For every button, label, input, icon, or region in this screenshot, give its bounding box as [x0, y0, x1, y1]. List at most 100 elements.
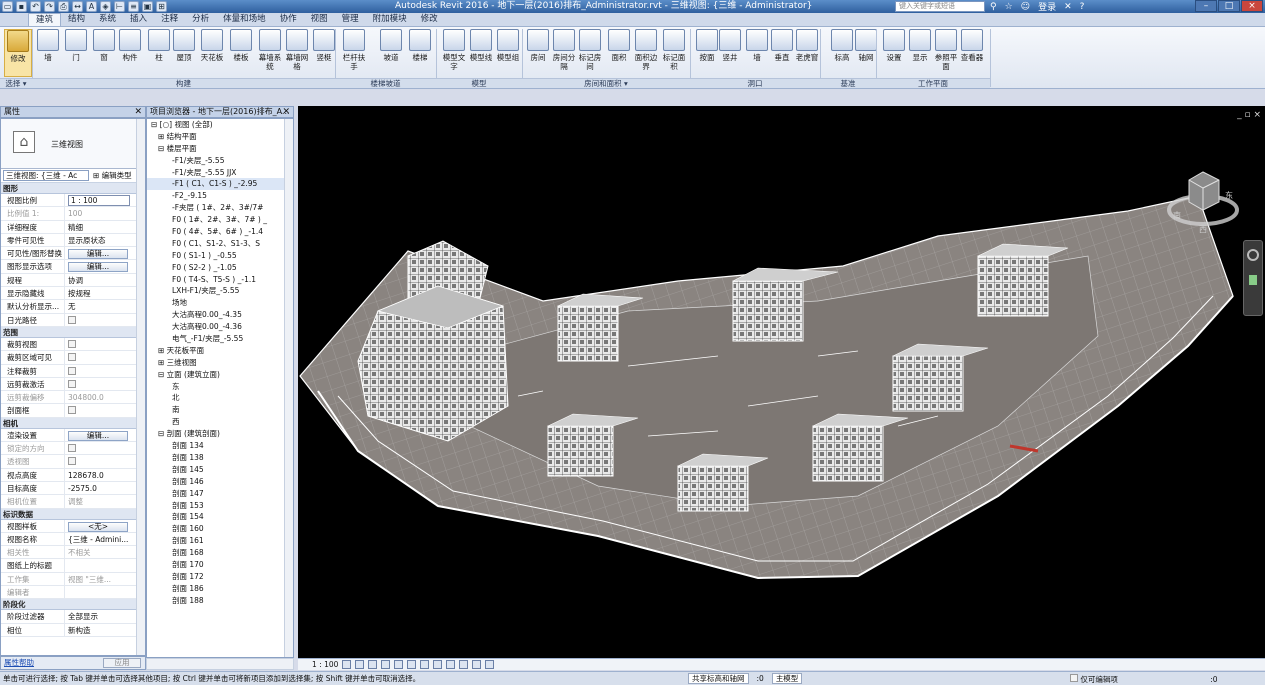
- door-tool[interactable]: 门: [62, 29, 90, 77]
- floor-tool[interactable]: 楼板: [227, 29, 255, 77]
- property-value[interactable]: 无: [68, 302, 76, 311]
- room-tool[interactable]: 房间: [524, 29, 552, 77]
- search-input[interactable]: 键入关键字或短语: [895, 1, 985, 12]
- property-checkbox[interactable]: [68, 339, 76, 348]
- vertical-opening-tool[interactable]: 垂直: [768, 29, 796, 77]
- temp-hide-icon[interactable]: [446, 660, 456, 669]
- browser-tree-item[interactable]: ⊞ 结构平面: [147, 131, 293, 143]
- view-scale[interactable]: 1 : 100: [312, 659, 338, 670]
- ribbon-tab-3[interactable]: 插入: [123, 13, 154, 26]
- property-edit-button[interactable]: <无>: [68, 521, 128, 532]
- 3d-viewport[interactable]: _ ▫ × 南 东 西: [298, 106, 1265, 658]
- close-icon[interactable]: ✕: [282, 107, 290, 117]
- viewer-tool[interactable]: 查看器: [958, 29, 986, 77]
- property-section-header[interactable]: 标识数据⌃: [1, 508, 145, 520]
- ref-plane-tool[interactable]: 参照平面: [932, 29, 960, 77]
- area-tool[interactable]: 面积: [605, 29, 633, 77]
- browser-tree-item[interactable]: F0 ( S2-2 ) _-1.05: [147, 262, 293, 274]
- browser-tree-item[interactable]: F0 ( S1-1 ) _-0.55: [147, 250, 293, 262]
- zoom-icon[interactable]: [1249, 275, 1257, 285]
- property-section-header[interactable]: 范围⌃: [1, 326, 145, 338]
- text-icon[interactable]: A: [86, 1, 97, 12]
- room-separator-tool[interactable]: 房间分隔: [550, 29, 578, 77]
- thin-lines-icon[interactable]: ≡: [128, 1, 139, 12]
- wall-opening-tool[interactable]: 墙: [743, 29, 771, 77]
- browser-tree-item[interactable]: -F2_-9.15: [147, 190, 293, 202]
- browser-tree-item[interactable]: 南: [147, 404, 293, 416]
- browser-tree-item[interactable]: 剖面 138: [147, 452, 293, 464]
- ribbon-tab-4[interactable]: 注释: [154, 13, 185, 26]
- property-value[interactable]: {三维 - Admini...: [68, 535, 128, 544]
- ribbon-tab-7[interactable]: 协作: [273, 13, 304, 26]
- workset-selector[interactable]: 共享标高和轴网: [688, 673, 749, 684]
- lock-view-icon[interactable]: [433, 660, 443, 669]
- browser-tree-item[interactable]: 剖面 160: [147, 523, 293, 535]
- set-workplane-tool[interactable]: 设置: [880, 29, 908, 77]
- curtain-system-tool[interactable]: 幕墙系统: [256, 29, 284, 77]
- property-value[interactable]: 显示原状态: [68, 236, 106, 245]
- property-value[interactable]: 协调: [68, 276, 83, 285]
- browser-horizontal-scrollbar[interactable]: [146, 658, 294, 670]
- browser-tree-item[interactable]: ⊟ 剖面 (建筑剖面): [147, 428, 293, 440]
- property-section-header[interactable]: 图形⌃: [1, 183, 145, 194]
- reveal-hidden-icon[interactable]: [459, 660, 469, 669]
- binoculars-icon[interactable]: ⚲: [990, 2, 997, 12]
- browser-tree-item[interactable]: 剖面 134: [147, 440, 293, 452]
- property-value[interactable]: -2575.0: [68, 484, 97, 493]
- ribbon-tab-10[interactable]: 附加模块: [366, 13, 414, 26]
- property-value[interactable]: 精细: [68, 223, 83, 232]
- property-checkbox[interactable]: [68, 379, 76, 388]
- browser-tree-item[interactable]: 剖面 153: [147, 500, 293, 512]
- browser-tree-item[interactable]: 剖面 145: [147, 464, 293, 476]
- property-value[interactable]: 按规程: [68, 289, 91, 298]
- user-icon[interactable]: ☺: [1021, 2, 1030, 12]
- sun-path-icon[interactable]: [368, 660, 378, 669]
- crop-region-icon[interactable]: [420, 660, 430, 669]
- browser-tree-item[interactable]: 剖面 186: [147, 583, 293, 595]
- star-icon[interactable]: ☆: [1005, 2, 1013, 12]
- browser-tree-item[interactable]: 大沽高程0.00_-4.35: [147, 309, 293, 321]
- browser-tree-item[interactable]: -F1/夹层_-5.55: [147, 155, 293, 167]
- browser-tree-item[interactable]: -F夹层 ( 1#、2#、3#/7#: [147, 202, 293, 214]
- browser-tree-item[interactable]: 剖面 161: [147, 535, 293, 547]
- steering-wheel-icon[interactable]: [1247, 249, 1259, 261]
- browser-tree-item[interactable]: 北: [147, 392, 293, 404]
- close-icon[interactable]: ✕: [134, 107, 142, 117]
- window-tool[interactable]: 窗: [90, 29, 118, 77]
- apply-button[interactable]: 应用: [103, 658, 141, 668]
- property-edit-button[interactable]: 编辑...: [68, 430, 128, 441]
- worksharing-icon[interactable]: [472, 660, 482, 669]
- browser-tree-item[interactable]: ⊟ [○] 视图 (全部): [147, 119, 293, 131]
- property-value[interactable]: 新构造: [68, 626, 91, 635]
- browser-tree-item[interactable]: 剖面 170: [147, 559, 293, 571]
- tag-area-tool[interactable]: 标记面积: [660, 29, 688, 77]
- print-icon[interactable]: ⎙: [58, 1, 69, 12]
- browser-scrollbar[interactable]: [284, 119, 293, 657]
- wall-tool[interactable]: 墙: [34, 29, 62, 77]
- curtain-grid-tool[interactable]: 幕墙网格: [283, 29, 311, 77]
- property-input[interactable]: 1 : 100: [68, 195, 130, 206]
- browser-tree-item[interactable]: -F1/夹层_-5.55 JJX: [147, 167, 293, 179]
- browser-tree-item[interactable]: LXH-F1/夹层_-5.55: [147, 285, 293, 297]
- section-icon[interactable]: ⊢: [114, 1, 125, 12]
- component-tool[interactable]: 构件: [116, 29, 144, 77]
- redo-icon[interactable]: ↷: [44, 1, 55, 12]
- browser-tree-item[interactable]: F0 ( C1、S1-2、S1-3、S: [147, 238, 293, 250]
- browser-tree-item[interactable]: 东: [147, 381, 293, 393]
- viewport-window-controls[interactable]: _ ▫ ×: [1237, 110, 1261, 120]
- ribbon-tab-9[interactable]: 管理: [335, 13, 366, 26]
- browser-tree-item[interactable]: 剖面 147: [147, 488, 293, 500]
- undo-icon[interactable]: ↶: [30, 1, 41, 12]
- browser-tree-item[interactable]: 剖面 188: [147, 595, 293, 607]
- stair-tool[interactable]: 楼梯: [406, 29, 434, 77]
- save-icon[interactable]: ▪: [16, 1, 27, 12]
- show-workplane-tool[interactable]: 显示: [906, 29, 934, 77]
- visual-style-icon[interactable]: [355, 660, 365, 669]
- browser-tree-item[interactable]: 西: [147, 416, 293, 428]
- browser-tree-item[interactable]: -F1 ( C1、C1-S ) _-2.95: [147, 178, 293, 191]
- editable-only-checkbox[interactable]: [1070, 674, 1078, 682]
- browser-tree-item[interactable]: 大沽高程0.00_-4.36: [147, 321, 293, 333]
- 3d-view-icon[interactable]: ◈: [100, 1, 111, 12]
- detail-level-icon[interactable]: [342, 660, 352, 669]
- property-checkbox[interactable]: [68, 366, 76, 375]
